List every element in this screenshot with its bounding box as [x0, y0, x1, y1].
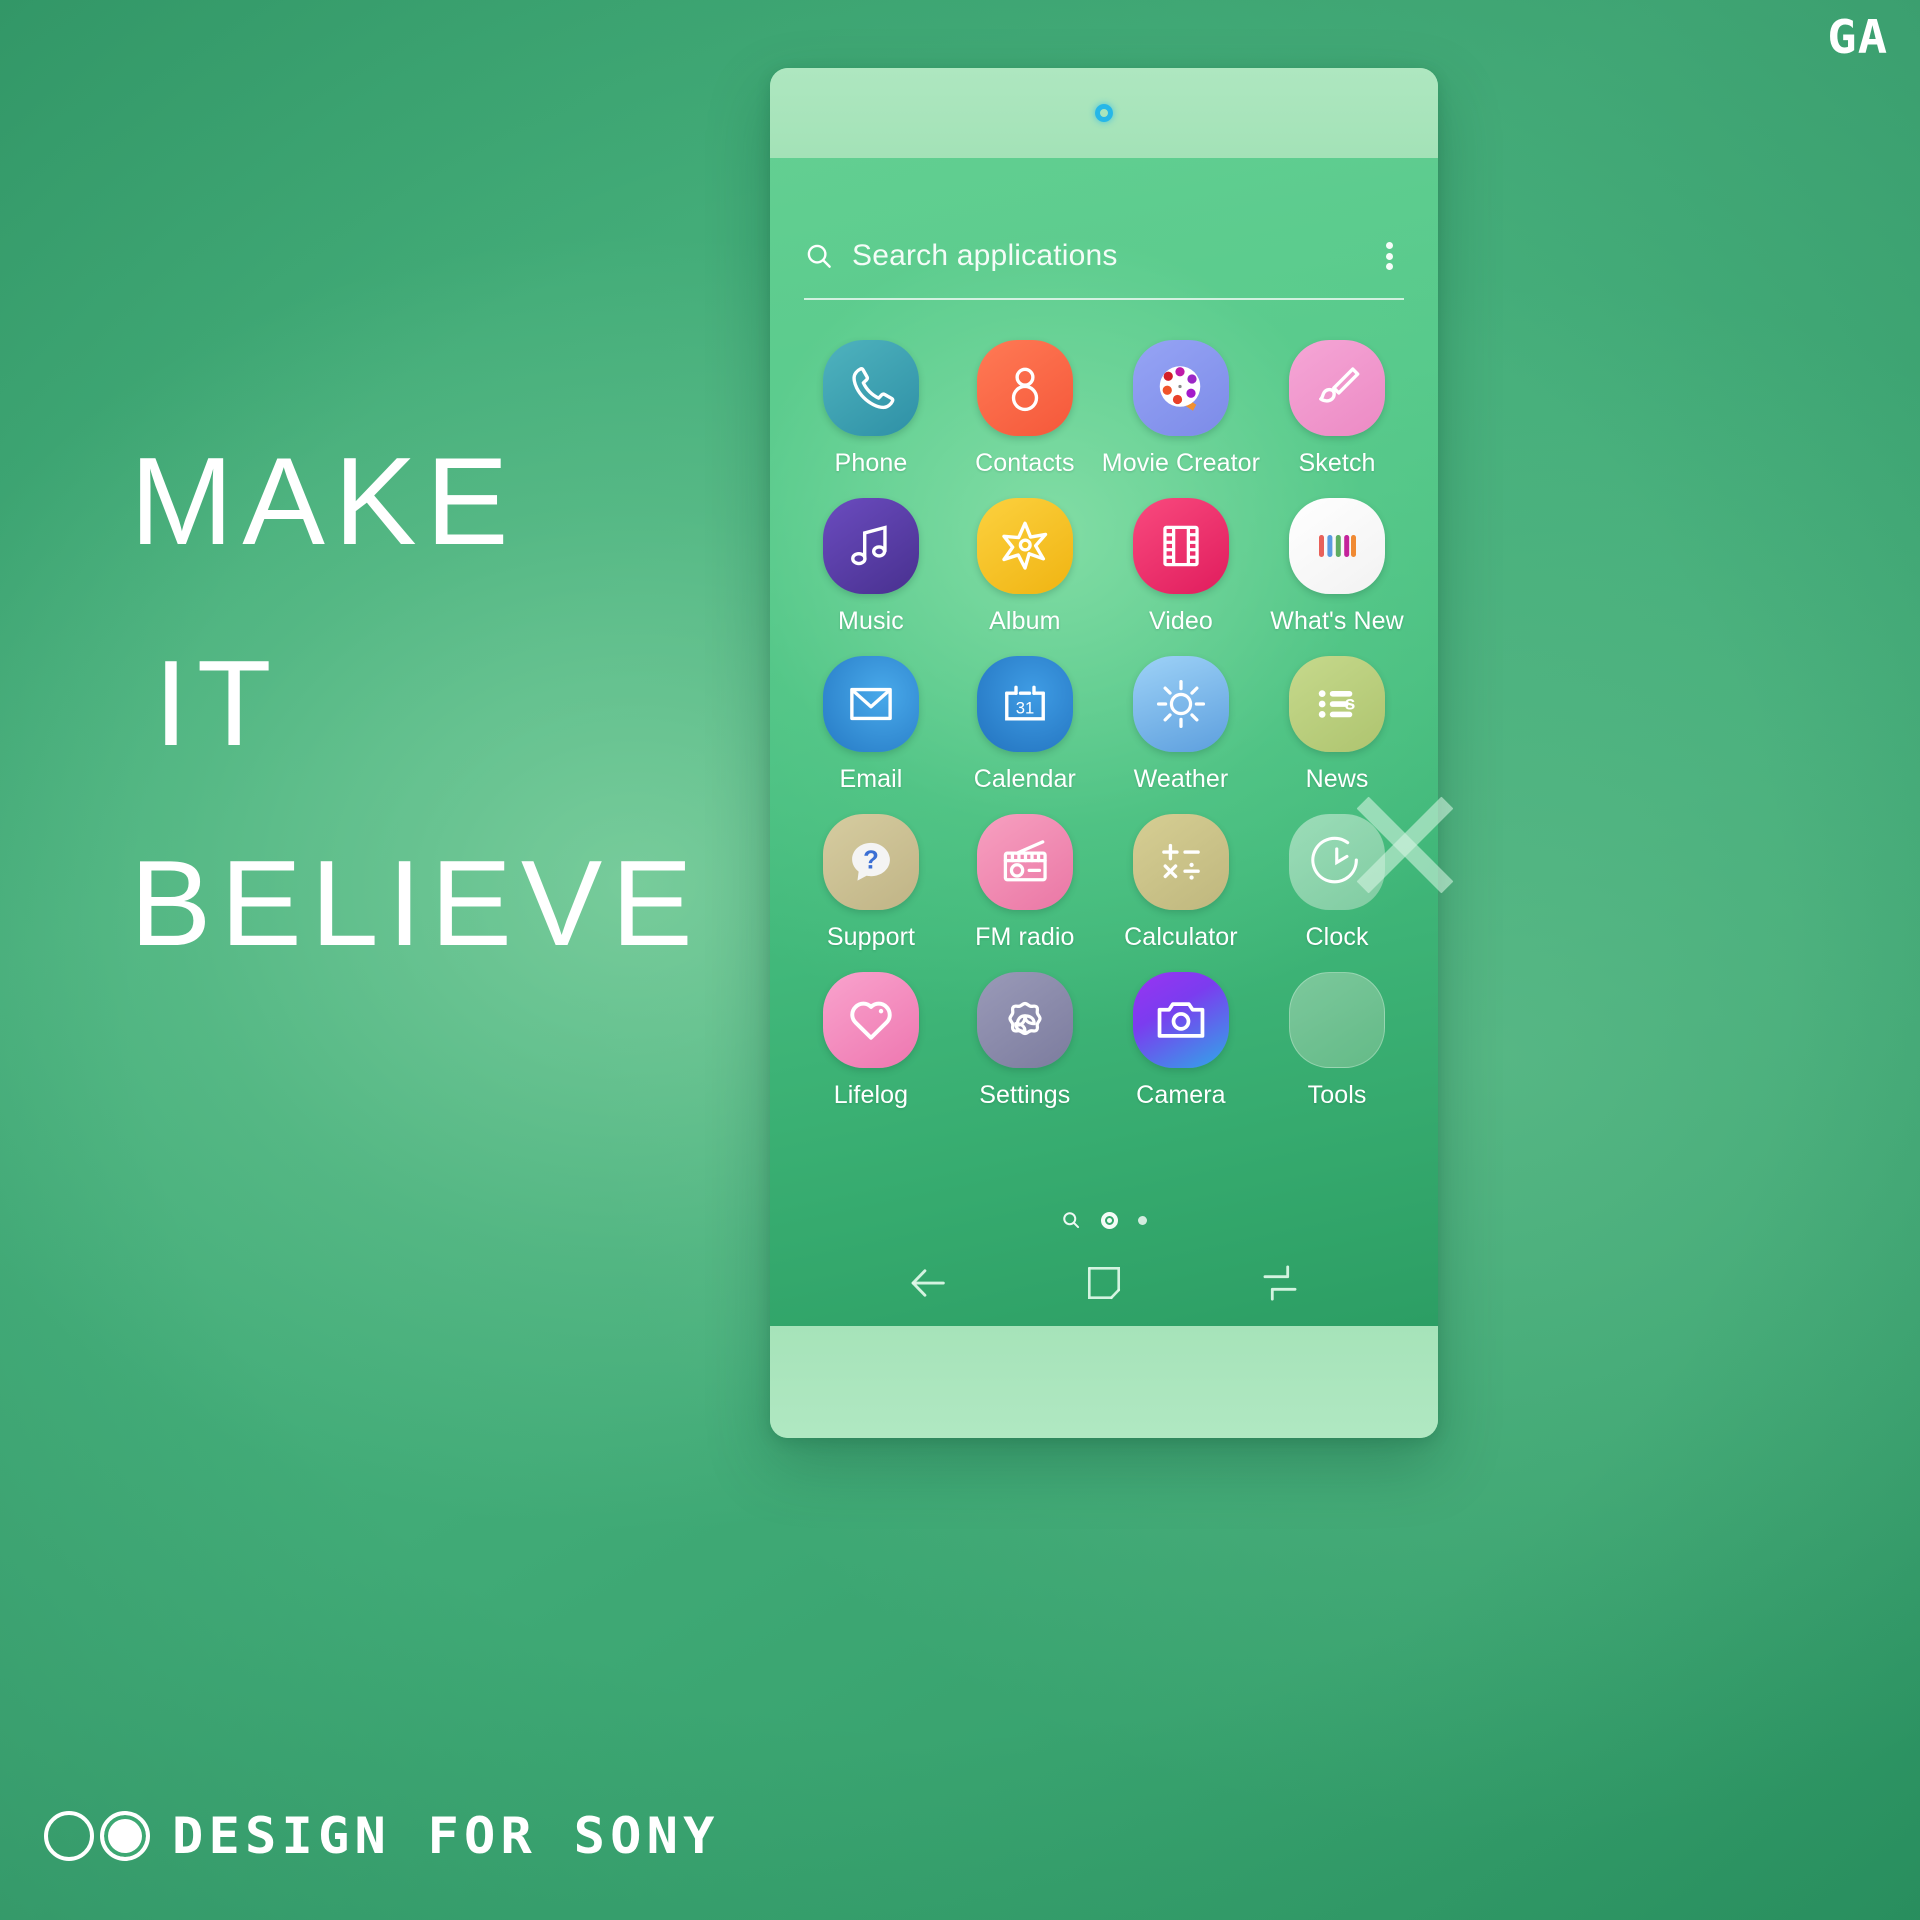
back-arrow-icon[interactable] — [901, 1256, 955, 1310]
app-label: Movie Creator — [1101, 449, 1261, 477]
app-item-fm-radio[interactable]: FM radio — [948, 814, 1102, 952]
app-item-weather[interactable]: Weather — [1102, 656, 1260, 794]
page-indicator — [770, 1210, 1438, 1230]
ga-logo: GA — [1826, 10, 1888, 64]
app-item-sketch[interactable]: Sketch — [1260, 340, 1414, 478]
search-icon[interactable] — [804, 241, 834, 271]
color-bars-icon[interactable] — [1289, 498, 1386, 594]
film-reel-icon[interactable] — [1132, 340, 1229, 436]
app-label: Support — [826, 923, 916, 951]
app-label: Camera — [1136, 1081, 1226, 1109]
paintbrush-icon[interactable] — [1289, 340, 1386, 436]
search-underline — [804, 298, 1404, 300]
app-item-phone[interactable]: Phone — [794, 340, 948, 478]
sun-icon[interactable] — [1132, 656, 1229, 752]
navigation-bar — [770, 1240, 1438, 1326]
app-label: Settings — [979, 1081, 1071, 1109]
app-item-calculator[interactable]: Calculator — [1102, 814, 1260, 952]
footer-dot-filled — [100, 1811, 150, 1861]
overflow-menu-icon[interactable] — [1374, 239, 1404, 273]
clock-face-icon[interactable] — [1289, 814, 1386, 910]
app-label: What's New — [1270, 607, 1404, 635]
app-label: Calendar — [973, 765, 1076, 793]
svg-text:s: s — [1345, 692, 1356, 714]
app-label: Lifelog — [833, 1081, 909, 1109]
music-note-icon[interactable] — [822, 498, 919, 594]
search-input[interactable]: Search applications — [852, 239, 1356, 273]
app-item-email[interactable]: Email — [794, 656, 948, 794]
app-label: Video — [1148, 607, 1213, 635]
app-label: News — [1305, 765, 1369, 793]
empty-folder-icon[interactable] — [1289, 972, 1386, 1068]
footer-dot-hollow — [44, 1811, 94, 1861]
headline-line-1: MAKE — [130, 433, 518, 571]
app-label: Contacts — [975, 449, 1075, 477]
footer-label: DESIGN FOR SONY — [172, 1807, 720, 1865]
app-item-clock[interactable]: Clock — [1260, 814, 1414, 952]
recents-icon[interactable] — [1253, 1256, 1307, 1310]
app-item-contacts[interactable]: Contacts — [948, 340, 1102, 478]
app-label: Email — [839, 765, 903, 793]
search-bar[interactable]: Search applications — [804, 220, 1404, 292]
radio-icon[interactable] — [976, 814, 1073, 910]
home-square-icon[interactable] — [1077, 1256, 1131, 1310]
app-label: Clock — [1305, 923, 1369, 951]
app-item-video[interactable]: Video — [1102, 498, 1260, 636]
app-label: Weather — [1133, 765, 1229, 793]
person-icon[interactable] — [976, 340, 1073, 436]
settings-leaf-icon[interactable] — [976, 972, 1073, 1068]
app-item-music[interactable]: Music — [794, 498, 948, 636]
film-strip-icon[interactable] — [1132, 498, 1229, 594]
app-grid: Phone Contacts Movie Creator Sketch Musi… — [794, 340, 1414, 1110]
headline-line-2: IT — [154, 635, 281, 771]
phone-top-bezel — [770, 68, 1438, 158]
svg-text:31: 31 — [1016, 698, 1035, 717]
app-label: Album — [989, 607, 1061, 635]
page-dot[interactable] — [1138, 1215, 1147, 1225]
app-item-camera[interactable]: Camera — [1102, 972, 1260, 1110]
question-bubble-icon[interactable]: ? — [822, 814, 919, 910]
phone-handset-icon[interactable] — [822, 340, 919, 436]
camera-icon[interactable] — [1132, 972, 1229, 1068]
app-item-settings[interactable]: Settings — [948, 972, 1102, 1110]
app-item-support[interactable]: ? Support — [794, 814, 948, 952]
app-item-calendar[interactable]: 31 Calendar — [948, 656, 1102, 794]
page-title: MAKE IT BELIEVE — [130, 440, 830, 964]
app-label: Sketch — [1298, 449, 1376, 477]
app-label: Phone — [834, 449, 908, 477]
headline-line-3: BELIEVE — [130, 835, 702, 971]
app-label: Calculator — [1124, 923, 1238, 951]
footer: DESIGN FOR SONY — [44, 1807, 714, 1865]
app-item-album[interactable]: Album — [948, 498, 1102, 636]
page-dot-active[interactable] — [1101, 1211, 1118, 1229]
app-item-movie-creator[interactable]: Movie Creator — [1102, 340, 1260, 478]
news-list-s-icon[interactable]: s — [1289, 656, 1386, 752]
calendar-31-icon[interactable]: 31 — [976, 656, 1073, 752]
app-label: Music — [838, 607, 904, 635]
envelope-icon[interactable] — [822, 656, 919, 752]
app-item-tools[interactable]: Tools — [1260, 972, 1414, 1110]
heart-icon[interactable] — [822, 972, 919, 1068]
phone-bottom-bezel — [770, 1326, 1438, 1438]
calculator-ops-icon[interactable] — [1132, 814, 1229, 910]
front-camera-icon — [1095, 104, 1113, 122]
page-search-icon[interactable] — [1061, 1210, 1081, 1230]
app-item-lifelog[interactable]: Lifelog — [794, 972, 948, 1110]
svg-text:?: ? — [863, 847, 879, 875]
app-item-whats-new[interactable]: What's New — [1260, 498, 1414, 636]
app-label: Tools — [1307, 1081, 1367, 1109]
star-burst-icon[interactable] — [976, 498, 1073, 594]
phone-device: Search applications Phone Contacts Movie… — [770, 68, 1438, 1438]
footer-dots — [44, 1811, 150, 1861]
app-item-news[interactable]: s News — [1260, 656, 1414, 794]
app-label: FM radio — [975, 923, 1075, 951]
phone-screen: Search applications Phone Contacts Movie… — [770, 158, 1438, 1326]
